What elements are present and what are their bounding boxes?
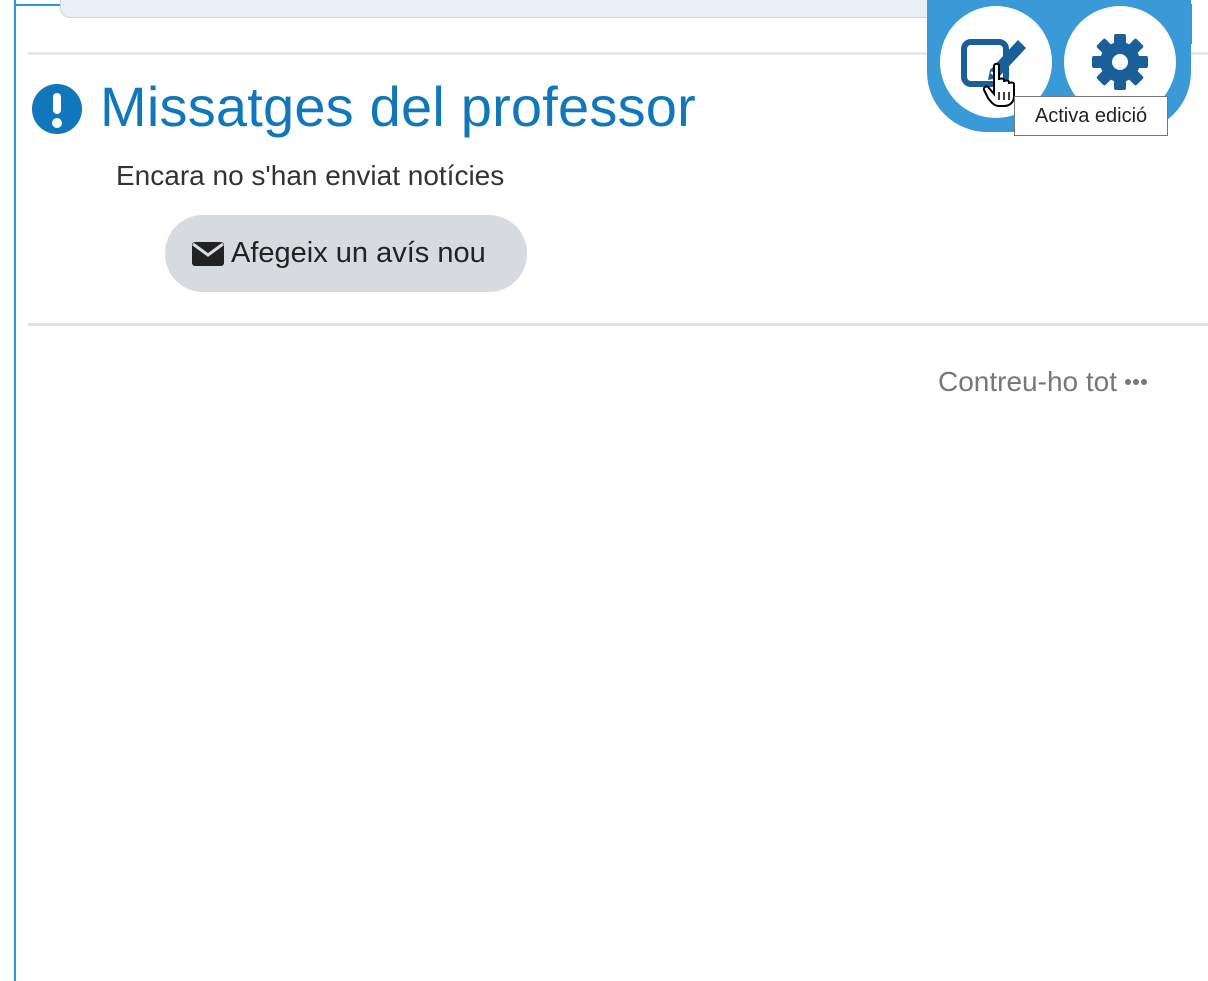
exclamation-circle-icon [32, 84, 82, 134]
add-announcement-button[interactable]: Afegeix un avís nou [165, 215, 527, 292]
ellipsis-icon [1125, 379, 1147, 385]
edit-mode-tooltip: Activa edició [1014, 96, 1168, 136]
page-frame [14, 0, 1208, 981]
section-title: Missatges del professor [100, 75, 696, 138]
collapse-all-label: Contreu-ho tot [938, 366, 1117, 397]
envelope-icon [192, 241, 224, 266]
empty-news-message: Encara no s'han enviat notícies [116, 160, 505, 191]
add-announcement-label: Afegeix un avís nou [231, 237, 486, 269]
section-divider-bottom [28, 323, 1208, 326]
previous-section-edge [60, 0, 940, 18]
gear-icon [1092, 34, 1148, 90]
collapse-all-link[interactable]: Contreu-ho tot [938, 366, 1147, 398]
